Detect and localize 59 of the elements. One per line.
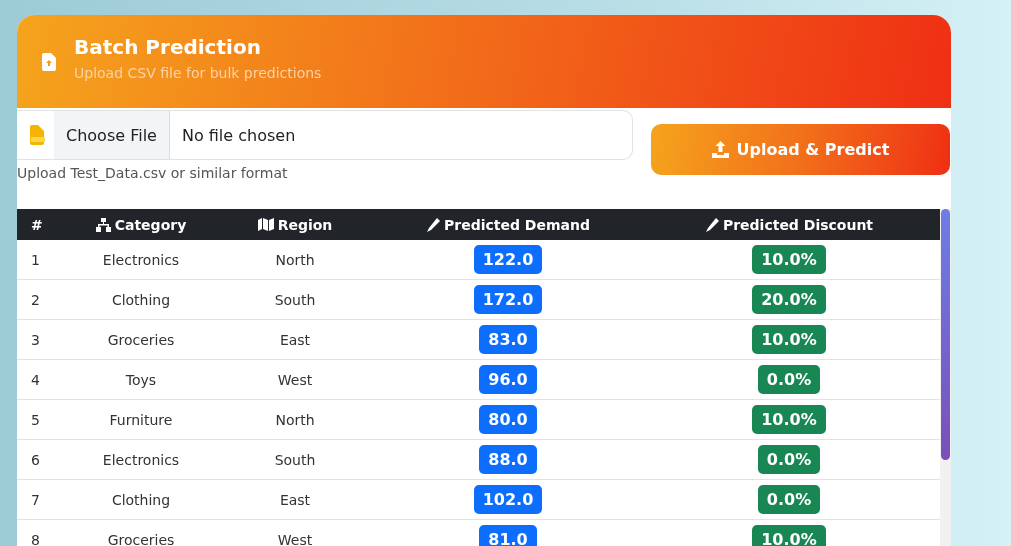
scrollbar-thumb[interactable] xyxy=(941,209,950,460)
table-cell: Furniture xyxy=(109,411,173,428)
sitemap-icon xyxy=(95,217,111,232)
demand-badge: 81.0 xyxy=(479,525,537,546)
table-cell: Electronics xyxy=(102,251,180,268)
demand-badge: 96.0 xyxy=(479,365,537,394)
discount-badge: 20.0% xyxy=(752,285,826,314)
upload-hint: Upload Test_Data.csv or similar format xyxy=(17,165,289,181)
table-cell-text: 7 xyxy=(30,491,40,508)
demand-badge: 122.0 xyxy=(473,245,543,274)
table-cell: West xyxy=(277,531,313,546)
table-cell-text: 5 xyxy=(30,411,40,428)
discount-badge: 10.0% xyxy=(752,525,826,546)
column-header: Predicted Demand xyxy=(378,216,638,233)
demand-badge: 83.0 xyxy=(479,325,537,354)
column-header: Predicted Discount xyxy=(638,216,940,233)
discount-badge: 10.0% xyxy=(752,325,826,354)
column-header: Region xyxy=(212,216,378,233)
table-cell: North xyxy=(275,411,315,428)
map-icon xyxy=(257,218,274,231)
discount-badge: 0.0% xyxy=(757,365,821,394)
file-upload-icon xyxy=(42,52,56,71)
table-cell-text: 6 xyxy=(30,451,40,468)
table-cell: East xyxy=(279,491,311,508)
column-header: # xyxy=(30,216,44,233)
table-cell: Groceries xyxy=(107,531,175,546)
table-cell-text: 3 xyxy=(30,331,40,348)
table-cell: Groceries xyxy=(107,331,175,348)
table-cell: North xyxy=(275,251,315,268)
discount-badge: 0.0% xyxy=(757,445,821,474)
table-cell: Clothing xyxy=(111,491,171,508)
table-cell: South xyxy=(274,451,316,468)
pen-icon xyxy=(704,217,719,232)
choose-file-button[interactable]: Choose File xyxy=(54,111,170,159)
demand-badge: 102.0 xyxy=(473,485,543,514)
table-cell: East xyxy=(279,331,311,348)
table-cell: Toys xyxy=(125,371,157,388)
discount-badge: 10.0% xyxy=(752,405,826,434)
table-cell: West xyxy=(277,371,313,388)
demand-badge: 80.0 xyxy=(479,405,537,434)
column-header: Category xyxy=(70,216,212,233)
table-cell: Clothing xyxy=(111,291,171,308)
demand-badge: 172.0 xyxy=(473,285,543,314)
table-cell: South xyxy=(274,291,316,308)
discount-badge: 10.0% xyxy=(752,245,826,274)
table-cell: Electronics xyxy=(102,451,180,468)
card-title: Batch Prediction xyxy=(74,34,262,59)
pen-icon xyxy=(426,217,440,232)
file-status: No file chosen xyxy=(181,125,296,145)
table-cell-text: 2 xyxy=(30,291,40,308)
card-subtitle: Upload CSV file for bulk predictions xyxy=(74,64,322,81)
demand-badge: 88.0 xyxy=(479,445,537,474)
table-cell-text: 4 xyxy=(30,371,40,388)
discount-badge: 0.0% xyxy=(757,485,821,514)
csv-file-icon xyxy=(30,125,46,145)
file-input[interactable]: Choose File No file chosen xyxy=(17,110,633,160)
table-cell-text: 8 xyxy=(30,531,40,546)
upload-icon xyxy=(711,141,729,158)
table-cell-text: 1 xyxy=(30,251,40,268)
